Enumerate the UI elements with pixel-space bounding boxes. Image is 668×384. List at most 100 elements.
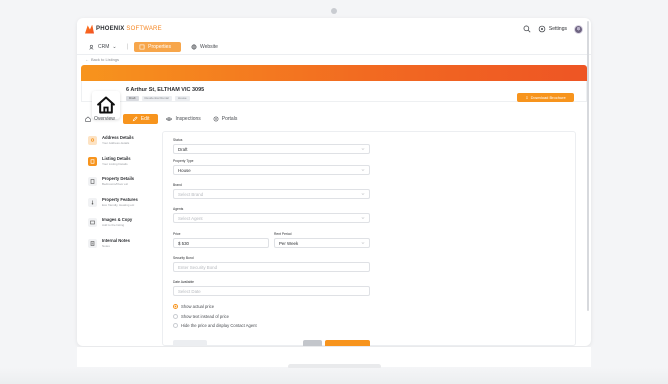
rent-period-select[interactable]: Per Week bbox=[274, 238, 370, 248]
radio-show-actual-price[interactable]: Show actual price bbox=[173, 304, 214, 309]
nav-divider bbox=[77, 54, 591, 55]
nav-item-label: Properties bbox=[148, 44, 171, 50]
form-steps: Address Details Your Address details List… bbox=[88, 134, 158, 257]
brand-secondary: SOFTWARE bbox=[126, 26, 162, 32]
step-subtitle: Notes bbox=[102, 243, 110, 248]
date-available-label: Date Available bbox=[173, 280, 195, 284]
tab-inspections[interactable]: Inspections bbox=[162, 114, 204, 124]
tab-overview[interactable]: Overview bbox=[81, 114, 119, 124]
search-icon[interactable] bbox=[523, 25, 531, 33]
nav-item-website[interactable]: Website bbox=[187, 42, 222, 52]
brand-select[interactable]: Select Brand bbox=[173, 189, 370, 199]
property-address: 6 Arthur St, ELTHAM VIC 3095 bbox=[126, 87, 205, 93]
gear-icon bbox=[538, 25, 546, 33]
listing-type-badge: Residential Rental bbox=[141, 96, 172, 101]
radio-button bbox=[173, 304, 178, 309]
step-subtitle: Your Listing Details bbox=[102, 161, 128, 166]
step-internal-notes[interactable]: Internal Notes Notes bbox=[88, 237, 158, 257]
scrollbar[interactable] bbox=[586, 18, 590, 346]
chevron-down-icon: ⌄ bbox=[112, 44, 117, 50]
scrollbar-thumb[interactable] bbox=[587, 21, 589, 311]
step-subtitle: Your Address details bbox=[102, 141, 130, 145]
step-subtitle: Bedrooms/Floor etc bbox=[102, 182, 129, 186]
step-address-details[interactable]: Address Details Your Address details bbox=[88, 134, 158, 154]
bottom-shade bbox=[0, 368, 668, 384]
step-subtitle: Add to the listing bbox=[102, 223, 125, 227]
step-subtitle: Eco friendly, Heating etc bbox=[102, 202, 135, 207]
agents-placeholder: Select Agent bbox=[178, 215, 203, 221]
brand-placeholder: Select Brand bbox=[178, 191, 204, 197]
step-images-copy[interactable]: Images & Copy Add to the listing bbox=[88, 216, 158, 236]
status-value: Draft bbox=[178, 146, 188, 152]
property-type-select[interactable]: House bbox=[173, 165, 370, 175]
property-type-badge: House bbox=[174, 96, 190, 101]
tab-label: Edit bbox=[140, 116, 150, 122]
agents-select[interactable]: Select Agent bbox=[173, 213, 370, 223]
app-window: PHOENIX SOFTWARE Settings CRM ⌄ | Propert… bbox=[77, 18, 591, 346]
back-to-listings-link[interactable]: ← Back to Listings bbox=[85, 57, 119, 62]
nav-item-properties[interactable]: Properties bbox=[134, 42, 181, 52]
status-badge: Draft bbox=[126, 96, 139, 101]
tab-label: Portals bbox=[221, 116, 238, 122]
status-select[interactable]: Draft bbox=[173, 144, 370, 154]
tab-edit[interactable]: Edit bbox=[122, 114, 159, 124]
chevron-down-icon bbox=[361, 217, 365, 219]
crm-icon bbox=[89, 44, 94, 50]
avatar[interactable] bbox=[574, 24, 583, 34]
image-icon bbox=[88, 218, 97, 227]
thermometer-icon bbox=[88, 197, 97, 207]
security-bond-input[interactable]: Enter Security Bond bbox=[173, 262, 370, 272]
price-label: Price bbox=[173, 232, 181, 236]
price-input[interactable]: $ 530 bbox=[173, 238, 269, 248]
back-button[interactable] bbox=[173, 340, 207, 346]
settings-button[interactable]: Settings bbox=[538, 25, 567, 33]
top-indicator-dot bbox=[331, 8, 337, 14]
phoenix-logo-icon bbox=[85, 24, 94, 34]
arrow-left-icon: ← bbox=[85, 57, 89, 62]
security-bond-placeholder: Enter Security Bond bbox=[178, 264, 218, 270]
tab-portals[interactable]: Portals bbox=[209, 114, 242, 124]
download-icon: ⇩ bbox=[525, 95, 529, 100]
date-available-input[interactable]: Select Date bbox=[173, 286, 370, 296]
document-icon bbox=[88, 177, 97, 186]
listing-icon bbox=[88, 156, 97, 166]
rent-period-label: Rent Period bbox=[274, 232, 292, 236]
step-title: Property Features bbox=[102, 196, 138, 202]
price-value: $ 530 bbox=[178, 240, 189, 246]
secondary-button[interactable] bbox=[303, 340, 322, 346]
save-button[interactable] bbox=[325, 340, 370, 346]
radio-button bbox=[173, 323, 178, 328]
step-property-details[interactable]: Property Details Bedrooms/Floor etc bbox=[88, 175, 158, 195]
logo: PHOENIX SOFTWARE bbox=[85, 24, 162, 34]
back-link-label: Back to Listings bbox=[91, 57, 120, 62]
radio-hide-price[interactable]: Hide the price and display Contact Agent bbox=[173, 323, 257, 328]
tab-label: Inspections bbox=[175, 116, 201, 122]
nav-item-label: Website bbox=[199, 44, 218, 50]
status-label: Status bbox=[173, 138, 183, 142]
chevron-down-icon bbox=[361, 169, 365, 171]
download-label: Download Brochure bbox=[530, 95, 566, 100]
property-type-value: House bbox=[178, 167, 191, 173]
house-icon bbox=[97, 96, 115, 114]
step-property-features[interactable]: Property Features Eco friendly, Heating e… bbox=[88, 196, 158, 216]
radio-show-text-instead[interactable]: Show text instead of price bbox=[173, 314, 229, 319]
step-title: Images & Copy bbox=[102, 217, 133, 222]
property-banner bbox=[81, 65, 587, 81]
property-badges: Draft Residential Rental House bbox=[126, 96, 190, 101]
chevron-down-icon bbox=[361, 193, 365, 195]
home-icon bbox=[85, 116, 91, 122]
step-title: Listing Details bbox=[102, 155, 131, 161]
globe-icon bbox=[191, 44, 197, 50]
brand-primary: PHOENIX bbox=[96, 26, 125, 32]
nav-item-crm[interactable]: CRM ⌄ bbox=[85, 42, 121, 52]
rent-period-value: Per Week bbox=[279, 240, 299, 246]
radio-label: Hide the price and display Contact Agent bbox=[181, 323, 257, 328]
download-brochure-button[interactable]: ⇩ Download Brochure bbox=[517, 93, 574, 102]
location-icon bbox=[88, 136, 97, 145]
agents-label: Agents bbox=[173, 207, 184, 211]
step-title: Address Details bbox=[102, 135, 134, 140]
step-listing-details[interactable]: Listing Details Your Listing Details bbox=[88, 155, 158, 175]
listing-tabs: Overview Edit Inspections Portals bbox=[81, 114, 241, 124]
radio-label: Show actual price bbox=[181, 304, 215, 309]
properties-icon bbox=[139, 44, 145, 50]
